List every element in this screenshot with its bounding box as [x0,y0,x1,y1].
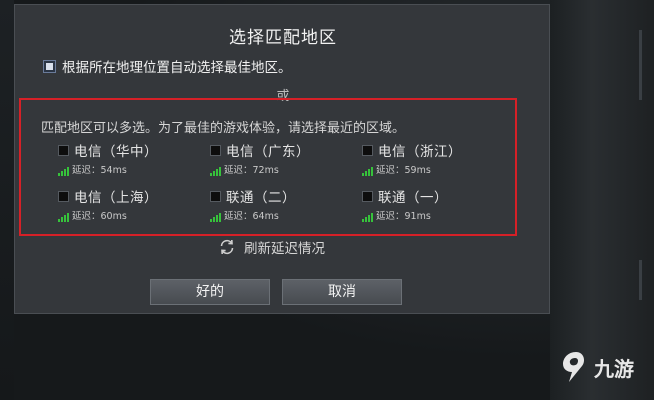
background-left-strip [0,0,14,400]
jiuyou-logo-icon [563,352,584,382]
background-right-panel [550,0,654,400]
latency-info: 延迟：59ms [362,162,431,176]
latency-info: 延迟：72ms [210,162,279,176]
latency-info: 延迟：60ms [58,208,127,222]
watermark-text: 九游 [594,356,634,381]
signal-strength-icon [362,167,373,176]
ok-button[interactable]: 好的 [150,279,270,305]
region-option[interactable]: 联通（一） 延迟：91ms [362,186,512,226]
region-checkbox[interactable] [210,145,221,156]
latency-info: 延迟：64ms [210,208,279,222]
region-name: 电信（浙江） [378,144,462,160]
auto-select-checkbox[interactable] [43,59,56,73]
region-option[interactable]: 电信（浙江） 延迟：59ms [362,140,512,180]
region-checkbox[interactable] [210,191,221,202]
region-name: 联通（二） [226,190,296,206]
signal-strength-icon [210,167,221,176]
region-checkbox[interactable] [362,145,373,156]
signal-strength-icon [362,213,373,222]
region-checkbox[interactable] [362,191,373,202]
region-checkbox[interactable] [58,145,69,156]
latency-value: 延迟：59ms [376,165,431,176]
signal-strength-icon [58,167,69,176]
auto-select-option[interactable]: 根据所在地理位置自动选择最佳地区。 [43,56,292,76]
cancel-button[interactable]: 取消 [282,279,402,305]
region-option[interactable]: 电信（华中） 延迟：54ms [58,140,208,180]
region-option[interactable]: 电信（广东） 延迟：72ms [210,140,360,180]
background-ornament [639,30,642,100]
region-option[interactable]: 电信（上海） 延迟：60ms [58,186,208,226]
watermark: 九游 [560,350,634,384]
refresh-icon [220,239,234,255]
latency-value: 延迟：54ms [72,165,127,176]
latency-value: 延迟：91ms [376,211,431,222]
region-description: 匹配地区可以多选。为了最佳的游戏体验，请选择最近的区域。 [41,121,406,136]
signal-strength-icon [210,213,221,222]
latency-info: 延迟：91ms [362,208,431,222]
latency-info: 延迟：54ms [58,162,127,176]
dialog-title: 选择匹配地区 [229,28,337,48]
region-name: 电信（广东） [226,144,310,160]
region-name: 电信（上海） [74,190,158,206]
region-option[interactable]: 联通（二） 延迟：64ms [210,186,360,226]
refresh-latency-button[interactable]: 刷新延迟情况 [218,237,325,257]
region-name: 联通（一） [378,190,448,206]
region-select-dialog: 选择匹配地区 根据所在地理位置自动选择最佳地区。 或 匹配地区可以多选。为了最佳… [14,4,550,314]
latency-value: 延迟：72ms [224,165,279,176]
latency-value: 延迟：60ms [72,211,127,222]
region-checkbox[interactable] [58,191,69,202]
signal-strength-icon [58,213,69,222]
latency-value: 延迟：64ms [224,211,279,222]
region-name: 电信（华中） [74,144,158,160]
background-ornament [639,260,642,300]
auto-select-label: 根据所在地理位置自动选择最佳地区。 [62,60,292,76]
refresh-latency-label: 刷新延迟情况 [244,241,325,257]
